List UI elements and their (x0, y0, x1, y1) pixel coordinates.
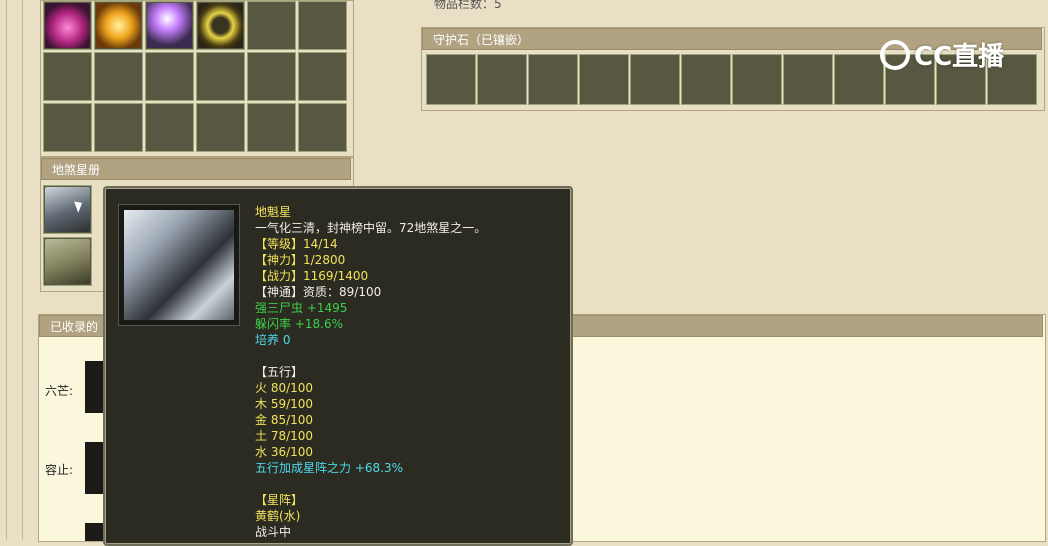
star-book-header: 地煞星册 (41, 158, 351, 180)
guard-stone-slot[interactable] (732, 54, 782, 105)
tooltip-stat-line: 木 59/100 (255, 397, 314, 411)
star-card-slot[interactable] (43, 185, 92, 234)
tooltip-stat-line: 火 80/100 (255, 381, 314, 395)
tooltip-stat-line: 【神力】1/2800 (255, 253, 346, 267)
cc-logo-icon (880, 39, 910, 70)
left-border-line-2 (22, 0, 23, 540)
inventory-slot[interactable] (145, 1, 194, 50)
inventory-slot[interactable] (247, 103, 296, 152)
collected-row-label: 容止: (45, 463, 74, 477)
tooltip-stat-line: 五行加成星阵之力 +68.3% (255, 461, 403, 475)
star-card-slot[interactable] (43, 237, 92, 286)
inventory-slot[interactable] (196, 52, 245, 101)
cc-logo-text: CC直播 (914, 42, 1005, 72)
inventory-slot[interactable] (43, 1, 92, 50)
item-count-label: 物品栏数：5 (434, 0, 502, 11)
guard-stone-slot[interactable] (477, 54, 527, 105)
guard-stone-slot[interactable] (426, 54, 476, 105)
tooltip-stat-line: 【等级】14/14 (255, 237, 338, 251)
tooltip-stat-line: 水 36/100 (255, 445, 314, 459)
tooltip-stat-line: 培养 0 (255, 333, 291, 347)
inventory-slot[interactable] (94, 1, 143, 50)
inventory-slot[interactable] (298, 52, 347, 101)
tooltip-stat-line: 金 85/100 (255, 413, 314, 427)
sparkle-staff-icon (147, 3, 192, 48)
star-card-portrait (45, 239, 90, 284)
guard-stone-slot[interactable] (783, 54, 833, 105)
tooltip-stat-line: 躲闪率 +18.6% (255, 317, 343, 331)
tooltip-name: 地魁星 (255, 205, 292, 219)
tooltip-stat-line: 战斗中 (255, 525, 292, 539)
inventory-slot[interactable] (43, 52, 92, 101)
tooltip-stat-line: 土 78/100 (255, 429, 314, 443)
left-border-line (6, 0, 7, 540)
guard-stone-slot[interactable] (681, 54, 731, 105)
tooltip-stat-line: 【星阵】 (255, 493, 304, 507)
star-card-tooltip: 【等级】14/14 【神力】1/2800 【战力】1169/1400 【神通】资质：8… (103, 186, 573, 546)
inventory-slot[interactable] (145, 103, 194, 152)
cc-live-logo: CC直播 (880, 36, 1004, 73)
inventory-slot[interactable] (145, 52, 194, 101)
golden-orb-icon (96, 3, 141, 48)
inventory-slot[interactable] (196, 103, 245, 152)
tooltip-stat-line: 【战力】1169/1400 (255, 269, 369, 283)
tooltip-stat-line: 强三尸虫 +1495 (255, 301, 348, 315)
portrait-figure (124, 210, 234, 320)
inventory-slot[interactable] (298, 1, 347, 50)
guard-stone-slot[interactable] (579, 54, 629, 105)
tooltip-stat-line: 【五行】 (255, 365, 304, 379)
guard-stone-slot[interactable] (630, 54, 680, 105)
tooltip-description: 一气化三清，封神榜中留。72地煞星之一。 (255, 221, 487, 235)
tooltip-stat-line: 【神通】资质：89/100 (255, 285, 382, 299)
yellow-ring-icon (198, 3, 243, 48)
tooltip-portrait (118, 204, 240, 326)
guard-stone-slot[interactable] (528, 54, 578, 105)
inventory-slot[interactable] (94, 103, 143, 152)
guard-stone-slot[interactable] (834, 54, 884, 105)
inventory-slot[interactable] (94, 52, 143, 101)
inventory-slot[interactable] (196, 1, 245, 50)
collected-row-thumb[interactable] (85, 442, 105, 494)
lantern-icon (45, 3, 90, 48)
inventory-slot[interactable] (43, 103, 92, 152)
collected-row-thumb[interactable] (85, 361, 105, 413)
inventory-grid (40, 0, 354, 157)
inventory-slot[interactable] (298, 103, 347, 152)
collected-row-label: 六芒: (45, 384, 74, 398)
collected-row-thumb[interactable] (85, 523, 105, 541)
inventory-slot[interactable] (247, 1, 296, 50)
inventory-slot[interactable] (247, 52, 296, 101)
tooltip-stat-line: 黄鹤(水) (255, 509, 301, 523)
